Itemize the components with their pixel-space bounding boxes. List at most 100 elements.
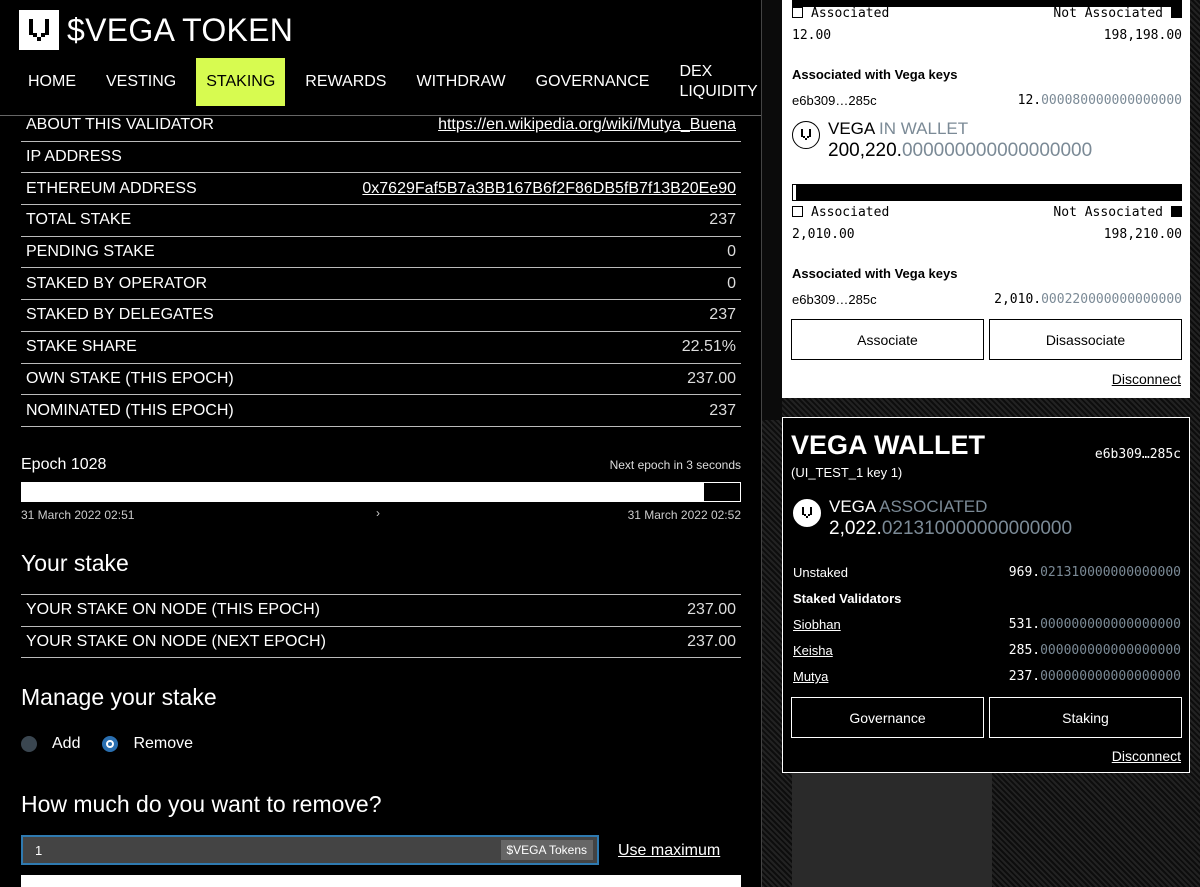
unstaked-label: Unstaked	[793, 565, 848, 580]
associated-label: Associated	[811, 6, 890, 21]
validator-link-keisha[interactable]: Keisha	[793, 643, 833, 658]
table-row: YOUR STAKE ON NODE (THIS EPOCH) 237.00	[21, 595, 741, 627]
nav-governance[interactable]: GOVERNANCE	[526, 58, 660, 106]
association-legend: Associated Not Associated	[792, 205, 1182, 220]
add-radio[interactable]	[21, 736, 37, 752]
row-value: 237	[709, 401, 736, 419]
token-tag: ASSOCIATED	[879, 497, 988, 516]
token-tag: IN WALLET	[879, 119, 969, 138]
validator-stake-main: 237.	[1008, 669, 1041, 684]
next-epoch-countdown: Next epoch in 3 seconds	[609, 458, 741, 472]
amount-input[interactable]: 1 $VEGA Tokens	[21, 835, 599, 865]
row-key: ABOUT THIS VALIDATOR	[26, 116, 214, 134]
table-row: STAKED BY OPERATOR 0	[21, 268, 741, 301]
app-title: $VEGA TOKEN	[67, 11, 294, 48]
vega-token-icon	[792, 121, 820, 149]
row-key: YOUR STAKE ON NODE (THIS EPOCH)	[26, 601, 320, 619]
table-row: TOTAL STAKE 237	[21, 205, 741, 237]
disconnect-link[interactable]: Disconnect	[1112, 371, 1181, 387]
associated-value: 2,010.00	[792, 227, 855, 242]
row-value: 0	[727, 243, 736, 261]
submit-button[interactable]	[21, 875, 741, 887]
stake-action-radio-group: Add Remove	[21, 735, 215, 753]
unstaked-row: Unstaked 969.021310000000000000	[793, 565, 1181, 580]
nav-vesting[interactable]: VESTING	[96, 58, 186, 106]
validator-url-link[interactable]: https://en.wikipedia.org/wiki/Mutya_Buen…	[438, 116, 736, 134]
table-row: STAKED BY DELEGATES 237	[21, 300, 741, 332]
table-row: YOUR STAKE ON NODE (NEXT EPOCH) 237.00	[21, 627, 741, 659]
nav-staking[interactable]: STAKING	[196, 58, 286, 106]
vega-wallet-key: e6b309…285c	[1094, 447, 1181, 462]
row-key: OWN STAKE (THIS EPOCH)	[26, 369, 234, 387]
not-associated-label: Not Associated	[1053, 6, 1163, 21]
association-bar	[792, 184, 1182, 201]
vega-in-wallet: VEGA IN WALLET 200,220.00000000000000000…	[792, 119, 1092, 162]
use-maximum-link[interactable]: Use maximum	[618, 842, 720, 860]
main-panel: $VEGA TOKEN HOME VESTING STAKING REWARDS…	[0, 0, 762, 887]
vega-key: e6b309…285c	[792, 292, 877, 307]
epoch-end-date: 31 March 2022 02:52	[627, 508, 741, 522]
validator-stake-fraction: 000000000000000000	[1040, 643, 1181, 658]
main-nav: HOME VESTING STAKING REWARDS WITHDRAW GO…	[18, 58, 761, 106]
staking-button[interactable]: Staking	[989, 697, 1182, 738]
associated-keys-heading: Associated with Vega keys	[792, 266, 958, 281]
remove-radio[interactable]	[102, 736, 119, 752]
your-stake-table: YOUR STAKE ON NODE (THIS EPOCH) 237.00 Y…	[21, 594, 741, 659]
associated-square-icon	[792, 7, 803, 18]
nav-rewards[interactable]: REWARDS	[295, 58, 396, 106]
row-key: NOMINATED (THIS EPOCH)	[26, 401, 234, 419]
token-unit-badge: $VEGA Tokens	[500, 840, 593, 860]
validator-row: Siobhan 531.000000000000000000	[793, 617, 1181, 632]
token-name: VEGA	[829, 497, 876, 516]
amount-heading: How much do you want to remove?	[21, 791, 382, 817]
table-row: STAKE SHARE 22.51%	[21, 332, 741, 364]
validator-link-mutya[interactable]: Mutya	[793, 669, 828, 684]
vega-wallet-key-name: (UI_TEST_1 key 1)	[791, 465, 903, 480]
not-associated-value: 198,210.00	[1103, 227, 1182, 242]
validator-stake-fraction: 000000000000000000	[1040, 617, 1181, 632]
remove-radio-label[interactable]: Remove	[133, 735, 193, 753]
validator-stake-main: 285.	[1008, 643, 1041, 658]
association-legend: Associated Not Associated	[792, 6, 1182, 21]
validator-link-siobhan[interactable]: Siobhan	[793, 617, 841, 632]
disconnect-link[interactable]: Disconnect	[1112, 748, 1181, 764]
nav-withdraw[interactable]: WITHDRAW	[406, 58, 515, 106]
associated-keys-heading: Associated with Vega keys	[792, 67, 958, 82]
association-bar-associated	[792, 184, 797, 201]
table-row: NOMINATED (THIS EPOCH) 237	[21, 395, 741, 427]
not-associated-label: Not Associated	[1053, 205, 1163, 220]
nav-dex-liquidity[interactable]: DEX LIQUIDITY	[669, 58, 761, 106]
associated-value: 12.00	[792, 28, 832, 43]
table-row: OWN STAKE (THIS EPOCH) 237.00	[21, 364, 741, 396]
key-amount-main: 2,010.	[994, 292, 1042, 307]
not-associated-square-icon	[1171, 206, 1182, 217]
row-value: 237.00	[687, 601, 736, 619]
token-name: VEGA	[828, 119, 875, 138]
associated-key-row: e6b309…285c 2,010.000220000000000000	[792, 292, 1182, 307]
nav-home[interactable]: HOME	[18, 58, 86, 106]
row-key: YOUR STAKE ON NODE (NEXT EPOCH)	[26, 633, 326, 651]
validator-table: ABOUT THIS VALIDATOR https://en.wikipedi…	[21, 110, 741, 427]
chevron-right-icon: ›	[376, 506, 380, 520]
disassociate-button[interactable]: Disassociate	[989, 319, 1182, 360]
epoch-progress: Epoch 1028 Next epoch in 3 seconds 31 Ma…	[21, 456, 741, 522]
associated-legend: Associated	[792, 205, 889, 220]
row-key: TOTAL STAKE	[26, 211, 132, 229]
associate-button[interactable]: Associate	[791, 319, 984, 360]
ethereum-address-link[interactable]: 0x7629Faf5B7a3BB167B6f2F86DB5fB7f13B20Ee…	[362, 180, 736, 198]
brand[interactable]: $VEGA TOKEN	[19, 10, 293, 50]
governance-button[interactable]: Governance	[791, 697, 984, 738]
row-key: IP ADDRESS	[26, 148, 122, 166]
not-associated-square-icon	[1171, 7, 1182, 18]
row-value: 237	[709, 306, 736, 324]
validator-row: Mutya 237.000000000000000000	[793, 669, 1181, 684]
amount-input-value[interactable]: 1	[35, 843, 42, 858]
epoch-start-date: 31 March 2022 02:51	[21, 508, 135, 522]
add-radio-label[interactable]: Add	[52, 735, 80, 753]
token-amount-main: 200,220.	[828, 140, 902, 161]
associated-key-row: e6b309…285c 12.000080000000000000	[792, 93, 1182, 108]
your-stake-heading: Your stake	[21, 550, 129, 576]
table-row: PENDING STAKE 0	[21, 237, 741, 269]
table-row: ETHEREUM ADDRESS 0x7629Faf5B7a3BB167B6f2…	[21, 173, 741, 206]
epoch-label: Epoch 1028	[21, 456, 107, 473]
